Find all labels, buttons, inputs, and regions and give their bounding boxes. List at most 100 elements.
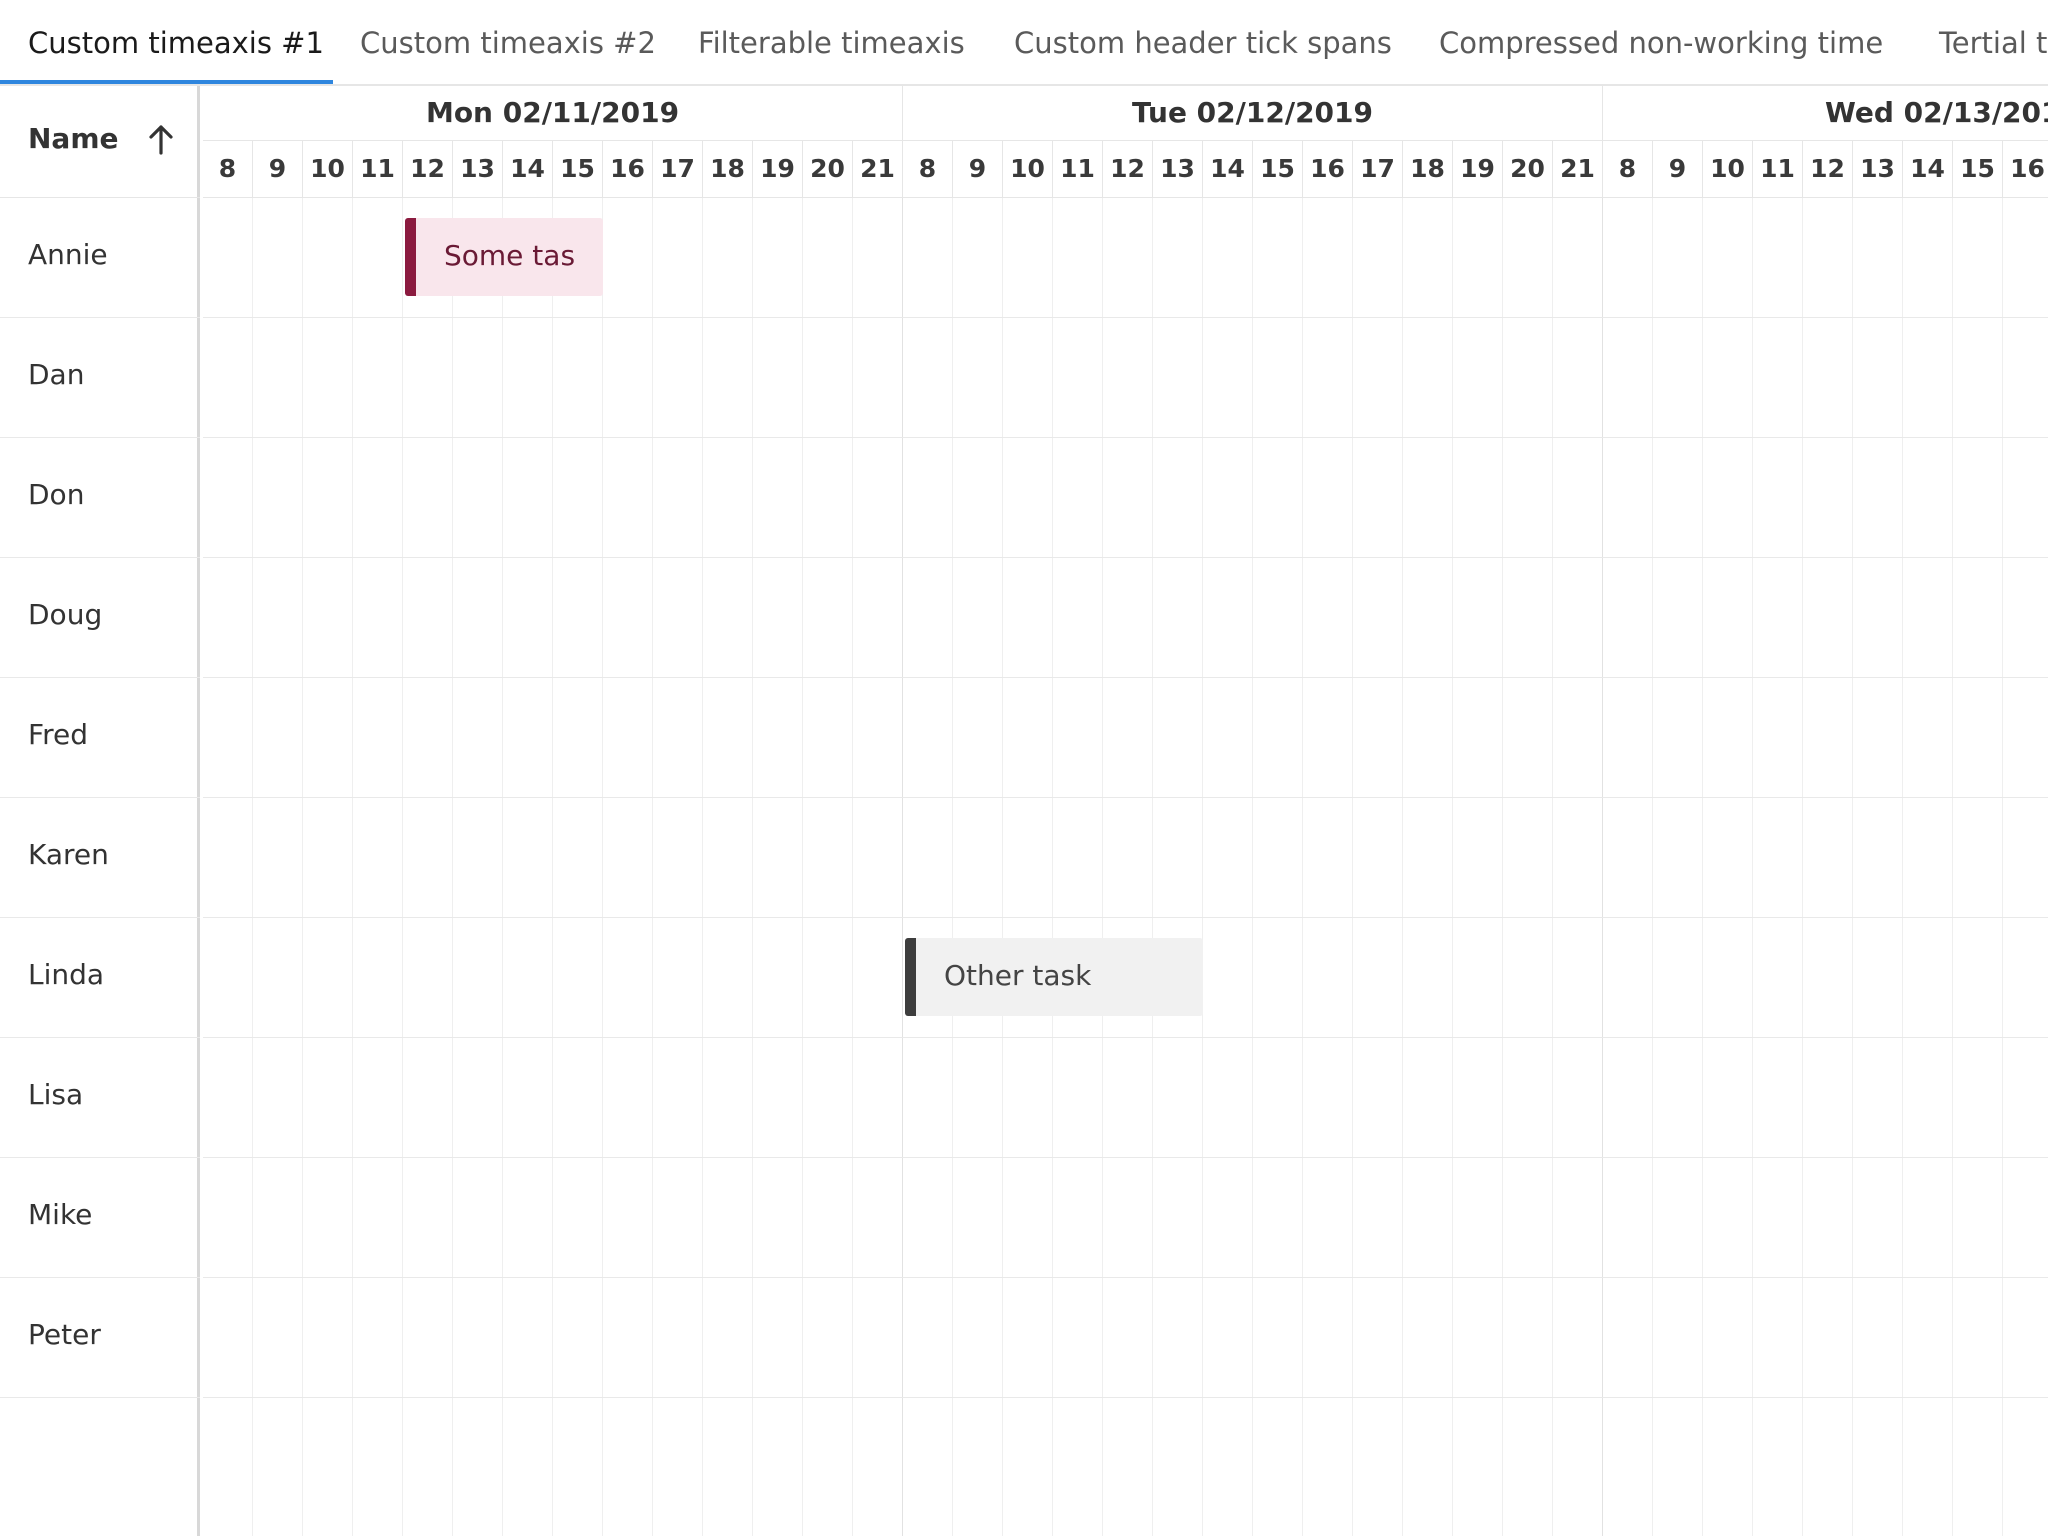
hour-tick-label: 16 xyxy=(2010,154,2045,183)
resource-row[interactable]: Doug xyxy=(0,558,200,678)
hour-tick-label: 8 xyxy=(218,154,237,183)
hour-tick-label: 11 xyxy=(1760,154,1795,183)
resource-row[interactable]: Mike xyxy=(0,1158,200,1278)
hour-tick-label: 21 xyxy=(1560,154,1595,183)
hour-tick: 8 xyxy=(1603,141,1653,198)
hour-tick-label: 12 xyxy=(1810,154,1845,183)
hour-tick-label: 13 xyxy=(460,154,495,183)
hour-tick: 8 xyxy=(903,141,953,198)
resource-name: Dan xyxy=(28,358,85,391)
hour-tick: 10 xyxy=(1003,141,1053,198)
resource-name: Don xyxy=(28,478,85,511)
resource-name: Lisa xyxy=(28,1078,84,1111)
grid-column-line xyxy=(1102,198,1103,1536)
hour-tick: 15 xyxy=(1253,141,1303,198)
tab-compressed-non-working-time[interactable]: Compressed non-working time xyxy=(1439,0,1883,84)
day-header-label: Wed 02/13/2019 xyxy=(1825,96,2048,129)
resource-name: Mike xyxy=(28,1198,93,1231)
resource-row[interactable]: Annie xyxy=(0,198,200,318)
event-bar[interactable]: Other task xyxy=(905,938,1203,1016)
hour-tick-label: 9 xyxy=(968,154,987,183)
resource-row[interactable]: Lisa xyxy=(0,1038,200,1158)
grid-column-line xyxy=(1802,198,1803,1536)
grid-column-line xyxy=(1052,198,1053,1536)
grid-column-line xyxy=(402,198,403,1536)
grid-column-line xyxy=(1602,198,1603,1536)
grid-column-line xyxy=(302,198,303,1536)
resource-name: Annie xyxy=(28,238,108,271)
resource-name: Linda xyxy=(28,958,105,991)
hour-tick: 18 xyxy=(1403,141,1453,198)
hour-tick-label: 10 xyxy=(310,154,345,183)
tab-custom-timeaxis-2[interactable]: Custom timeaxis #2 xyxy=(360,0,656,84)
hour-tick-label: 12 xyxy=(410,154,445,183)
grid-column-line xyxy=(1352,198,1353,1536)
resource-name: Fred xyxy=(28,718,88,751)
hour-tick: 19 xyxy=(1453,141,1503,198)
hour-tick: 14 xyxy=(503,141,553,198)
hour-tick: 21 xyxy=(853,141,903,198)
hour-tick-label: 11 xyxy=(360,154,395,183)
event-color-strip xyxy=(905,938,916,1016)
resource-row[interactable]: Karen xyxy=(0,798,200,918)
resource-row[interactable]: Peter xyxy=(0,1278,200,1398)
day-header-label: Tue 02/12/2019 xyxy=(1131,96,1373,129)
hour-tick-label: 19 xyxy=(1460,154,1495,183)
tab-tertial[interactable]: Tertial t xyxy=(1939,0,2047,84)
hour-tick-label: 8 xyxy=(918,154,937,183)
hour-tick: 15 xyxy=(1953,141,2003,198)
hour-tick-label: 10 xyxy=(1010,154,1045,183)
hour-tick: 13 xyxy=(1853,141,1903,198)
grid-column-line xyxy=(1552,198,1553,1536)
resource-row[interactable]: Linda xyxy=(0,918,200,1038)
grid-column-line xyxy=(1902,198,1903,1536)
hour-tick-label: 19 xyxy=(760,154,795,183)
hour-tick-label: 11 xyxy=(1060,154,1095,183)
hour-tick: 14 xyxy=(1203,141,1253,198)
grid-row-line xyxy=(203,1277,2048,1278)
grid-column-line xyxy=(1302,198,1303,1536)
resource-row[interactable]: Dan xyxy=(0,318,200,438)
hour-tick-label: 15 xyxy=(1960,154,1995,183)
hour-tick-label: 9 xyxy=(1668,154,1687,183)
grid-column-line xyxy=(1502,198,1503,1536)
event-bar[interactable]: Some tas xyxy=(405,218,603,296)
tab-filterable-timeaxis[interactable]: Filterable timeaxis xyxy=(698,0,965,84)
name-column-label: Name xyxy=(28,122,119,155)
resource-row[interactable]: Fred xyxy=(0,678,200,798)
grid-row-line xyxy=(203,317,2048,318)
grid-column-line xyxy=(952,198,953,1536)
hour-tick: 20 xyxy=(1503,141,1553,198)
hour-tick-label: 13 xyxy=(1160,154,1195,183)
grid-row-line xyxy=(203,1157,2048,1158)
resource-name: Peter xyxy=(28,1318,101,1351)
grid-column-line xyxy=(1952,198,1953,1536)
day-header: Tue 02/12/2019 xyxy=(903,86,1603,141)
grid-column-line xyxy=(1852,198,1853,1536)
tab-custom-timeaxis-1[interactable]: Custom timeaxis #1 xyxy=(28,0,324,84)
grid-column-line xyxy=(2002,198,2003,1536)
hour-tick: 17 xyxy=(653,141,703,198)
name-column-header[interactable]: Name xyxy=(0,86,200,198)
grid-row-line xyxy=(203,557,2048,558)
grid-row-line xyxy=(203,797,2048,798)
arrow-up-icon[interactable] xyxy=(146,124,176,156)
hour-tick-label: 10 xyxy=(1710,154,1745,183)
resource-name: Karen xyxy=(28,838,109,871)
hour-tick: 9 xyxy=(1653,141,1703,198)
hour-tick-label: 9 xyxy=(268,154,287,183)
grid-column-line xyxy=(552,198,553,1536)
grid-column-line xyxy=(802,198,803,1536)
tab-bar: Custom timeaxis #1 Custom timeaxis #2 Fi… xyxy=(0,0,2048,86)
schedule-timeline[interactable]: Mon 02/11/2019 8 9 10 11 12 13 14 15 16 17 18 19 20 21… xyxy=(203,86,2048,1536)
resource-row[interactable]: Don xyxy=(0,438,200,558)
tab-custom-header-tick-spans[interactable]: Custom header tick spans xyxy=(1014,0,1392,84)
hour-tick: 17 xyxy=(1353,141,1403,198)
day-header-label: Mon 02/11/2019 xyxy=(425,96,680,129)
hour-tick: 15 xyxy=(553,141,603,198)
resource-grid: Name Annie Dan Don Doug Fred Karen Linda Lisa Mi… xyxy=(0,86,200,1536)
grid-column-line xyxy=(452,198,453,1536)
hour-tick: 10 xyxy=(303,141,353,198)
grid-column-line xyxy=(1252,198,1253,1536)
hour-tick-label: 18 xyxy=(1410,154,1445,183)
